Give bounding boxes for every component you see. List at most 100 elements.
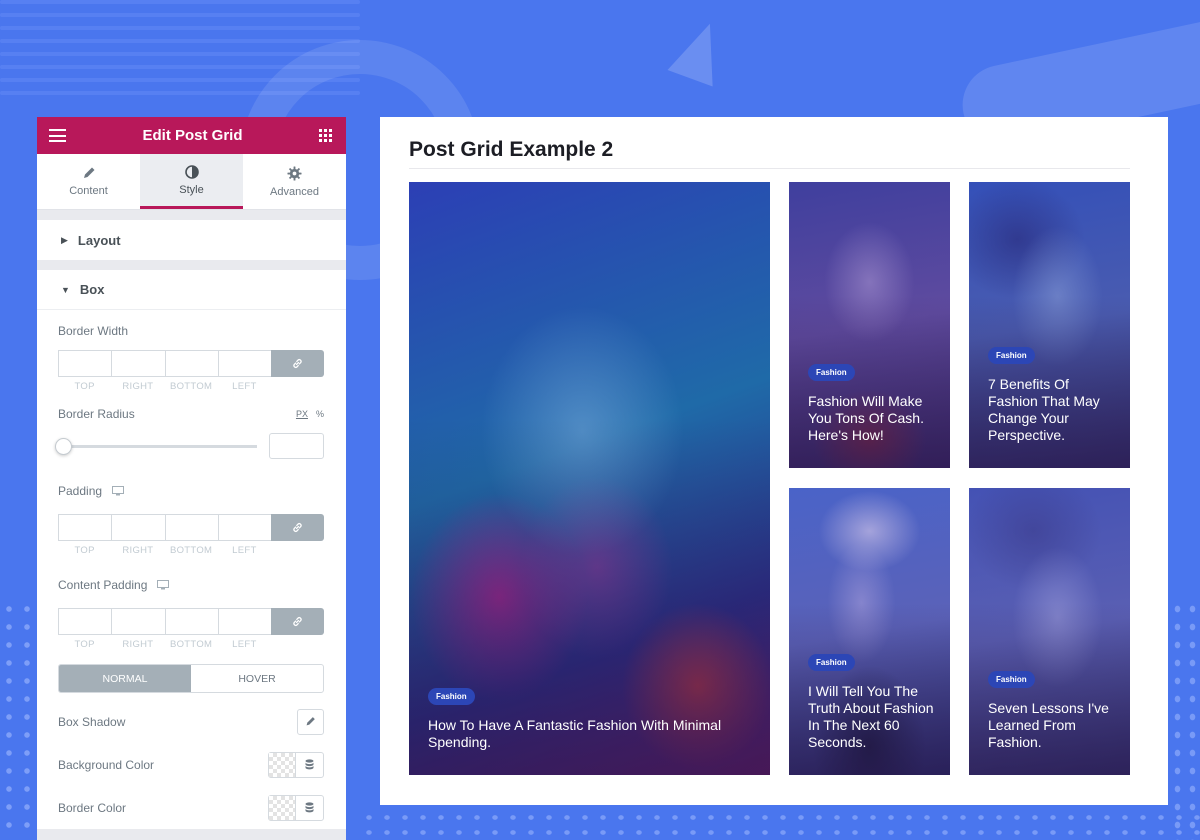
state-normal-tab[interactable]: NORMAL	[59, 665, 191, 692]
link-values-button[interactable]	[271, 608, 324, 635]
section-layout[interactable]: ▶ Layout	[37, 220, 346, 260]
desktop-icon[interactable]	[157, 580, 170, 590]
tab-style[interactable]: Style	[140, 154, 243, 209]
content-padding-side-labels: TOP RIGHT BOTTOM LEFT	[74, 639, 257, 650]
section-box[interactable]: ▼ Box	[37, 270, 346, 310]
slider-handle[interactable]	[55, 437, 72, 455]
post-title[interactable]: 7 Benefits Of Fashion That May Change Yo…	[988, 376, 1114, 444]
padding-left-input[interactable]	[217, 514, 271, 541]
post-title[interactable]: How To Have A Fantastic Fashion With Min…	[428, 717, 754, 751]
category-badge[interactable]: Fashion	[808, 364, 855, 381]
pencil-icon	[83, 167, 94, 178]
padding-control	[58, 514, 324, 541]
database-icon	[305, 759, 314, 770]
border-width-control	[58, 350, 324, 377]
border-width-left-input[interactable]	[217, 350, 271, 377]
content-padding-control	[58, 608, 324, 635]
background-color-label: Background Color	[58, 757, 155, 772]
unit-px[interactable]: PX	[296, 409, 308, 419]
panel-header: Edit Post Grid	[37, 117, 346, 154]
border-width-label: Border Width	[58, 324, 129, 338]
background-dots	[1170, 600, 1200, 840]
border-width-bottom-input[interactable]	[164, 350, 218, 377]
tab-advanced[interactable]: Advanced	[243, 154, 346, 209]
post-card[interactable]: Fashion How To Have A Fantastic Fashion …	[409, 182, 770, 775]
category-badge[interactable]: Fashion	[988, 671, 1035, 688]
preview-canvas: Post Grid Example 2 Fashion How To Have …	[380, 117, 1168, 805]
background-color-row: Background Color	[58, 743, 324, 786]
post-card[interactable]: Fashion I Will Tell You The Truth About …	[789, 488, 950, 775]
widgets-grid-icon[interactable]	[318, 129, 332, 142]
post-caption: Fashion Fashion Will Make You Tons Of Ca…	[808, 362, 934, 444]
border-radius-slider[interactable]	[55, 437, 257, 455]
link-values-button[interactable]	[271, 514, 324, 541]
background-color-picker[interactable]	[268, 751, 324, 778]
category-badge[interactable]: Fashion	[808, 654, 855, 671]
post-caption: Fashion How To Have A Fantastic Fashion …	[428, 686, 754, 751]
content-padding-top-input[interactable]	[58, 608, 112, 635]
border-radius-input[interactable]	[269, 433, 324, 459]
state-hover-tab[interactable]: HOVER	[191, 665, 323, 692]
unit-switcher: PX %	[296, 409, 324, 419]
padding-right-input[interactable]	[111, 514, 165, 541]
border-radius-label: Border Radius PX %	[58, 407, 324, 421]
caret-down-icon: ▼	[61, 284, 70, 295]
database-icon	[305, 802, 314, 813]
tab-label: Advanced	[270, 185, 319, 198]
link-icon	[293, 617, 302, 626]
color-swatch[interactable]	[269, 752, 296, 777]
border-width-right-input[interactable]	[111, 350, 165, 377]
box-shadow-label: Box Shadow	[58, 714, 126, 729]
content-padding-label: Content Padding	[58, 578, 324, 592]
post-caption: Fashion I Will Tell You The Truth About …	[808, 652, 934, 751]
color-swatch[interactable]	[269, 795, 296, 820]
panel-tabs: Content Style Advanced	[37, 154, 346, 210]
border-width-side-labels: TOP RIGHT BOTTOM LEFT	[74, 381, 257, 392]
caret-right-icon: ▶	[61, 234, 68, 245]
pencil-icon	[306, 717, 315, 726]
padding-side-labels: TOP RIGHT BOTTOM LEFT	[74, 545, 257, 556]
box-section-body: Border Width TOP RIGHT BOTTOM LEFT Borde…	[37, 310, 346, 829]
box-shadow-edit-button[interactable]	[297, 708, 324, 735]
gear-icon	[287, 165, 302, 181]
section-label: Box	[79, 282, 105, 297]
panel-title: Edit Post Grid	[142, 127, 243, 144]
editor-panel: Edit Post Grid Content Style Advanced ▶ …	[37, 117, 346, 840]
post-card[interactable]: Fashion Fashion Will Make You Tons Of Ca…	[789, 182, 950, 468]
content-padding-right-input[interactable]	[111, 608, 165, 635]
border-color-label: Border Color	[58, 800, 127, 815]
tab-label: Style	[179, 183, 204, 196]
category-badge[interactable]: Fashion	[988, 347, 1035, 364]
page-title: Post Grid Example 2	[409, 138, 614, 161]
link-icon	[293, 359, 302, 368]
padding-top-input[interactable]	[58, 514, 112, 541]
section-label: Layout	[77, 232, 121, 248]
state-switcher: NORMAL HOVER	[58, 664, 324, 693]
unit-percent[interactable]: %	[316, 409, 324, 419]
post-card[interactable]: Fashion 7 Benefits Of Fashion That May C…	[969, 182, 1130, 468]
post-title[interactable]: Seven Lessons I've Learned From Fashion.	[988, 700, 1114, 751]
global-colors-button[interactable]	[296, 753, 323, 777]
background-dots	[360, 810, 1200, 840]
tab-label: Content	[69, 185, 108, 197]
border-color-row: Border Color	[58, 786, 324, 829]
post-title[interactable]: I Will Tell You The Truth About Fashion …	[808, 683, 934, 751]
border-radius-control	[55, 433, 324, 459]
border-color-picker[interactable]	[268, 794, 324, 821]
post-card[interactable]: Fashion Seven Lessons I've Learned From …	[969, 488, 1130, 775]
half-circle-icon	[184, 164, 199, 179]
global-colors-button[interactable]	[296, 796, 323, 820]
tab-content[interactable]: Content	[37, 154, 140, 209]
desktop-icon[interactable]	[112, 486, 125, 496]
border-width-top-input[interactable]	[58, 350, 112, 377]
content-padding-bottom-input[interactable]	[164, 608, 218, 635]
post-title[interactable]: Fashion Will Make You Tons Of Cash. Here…	[808, 393, 934, 444]
background-dots	[0, 600, 40, 840]
content-padding-left-input[interactable]	[217, 608, 271, 635]
padding-bottom-input[interactable]	[164, 514, 218, 541]
menu-icon[interactable]	[49, 129, 66, 142]
category-badge[interactable]: Fashion	[428, 688, 475, 705]
link-values-button[interactable]	[271, 350, 324, 377]
post-caption: Fashion Seven Lessons I've Learned From …	[988, 669, 1114, 751]
link-icon	[293, 523, 302, 532]
